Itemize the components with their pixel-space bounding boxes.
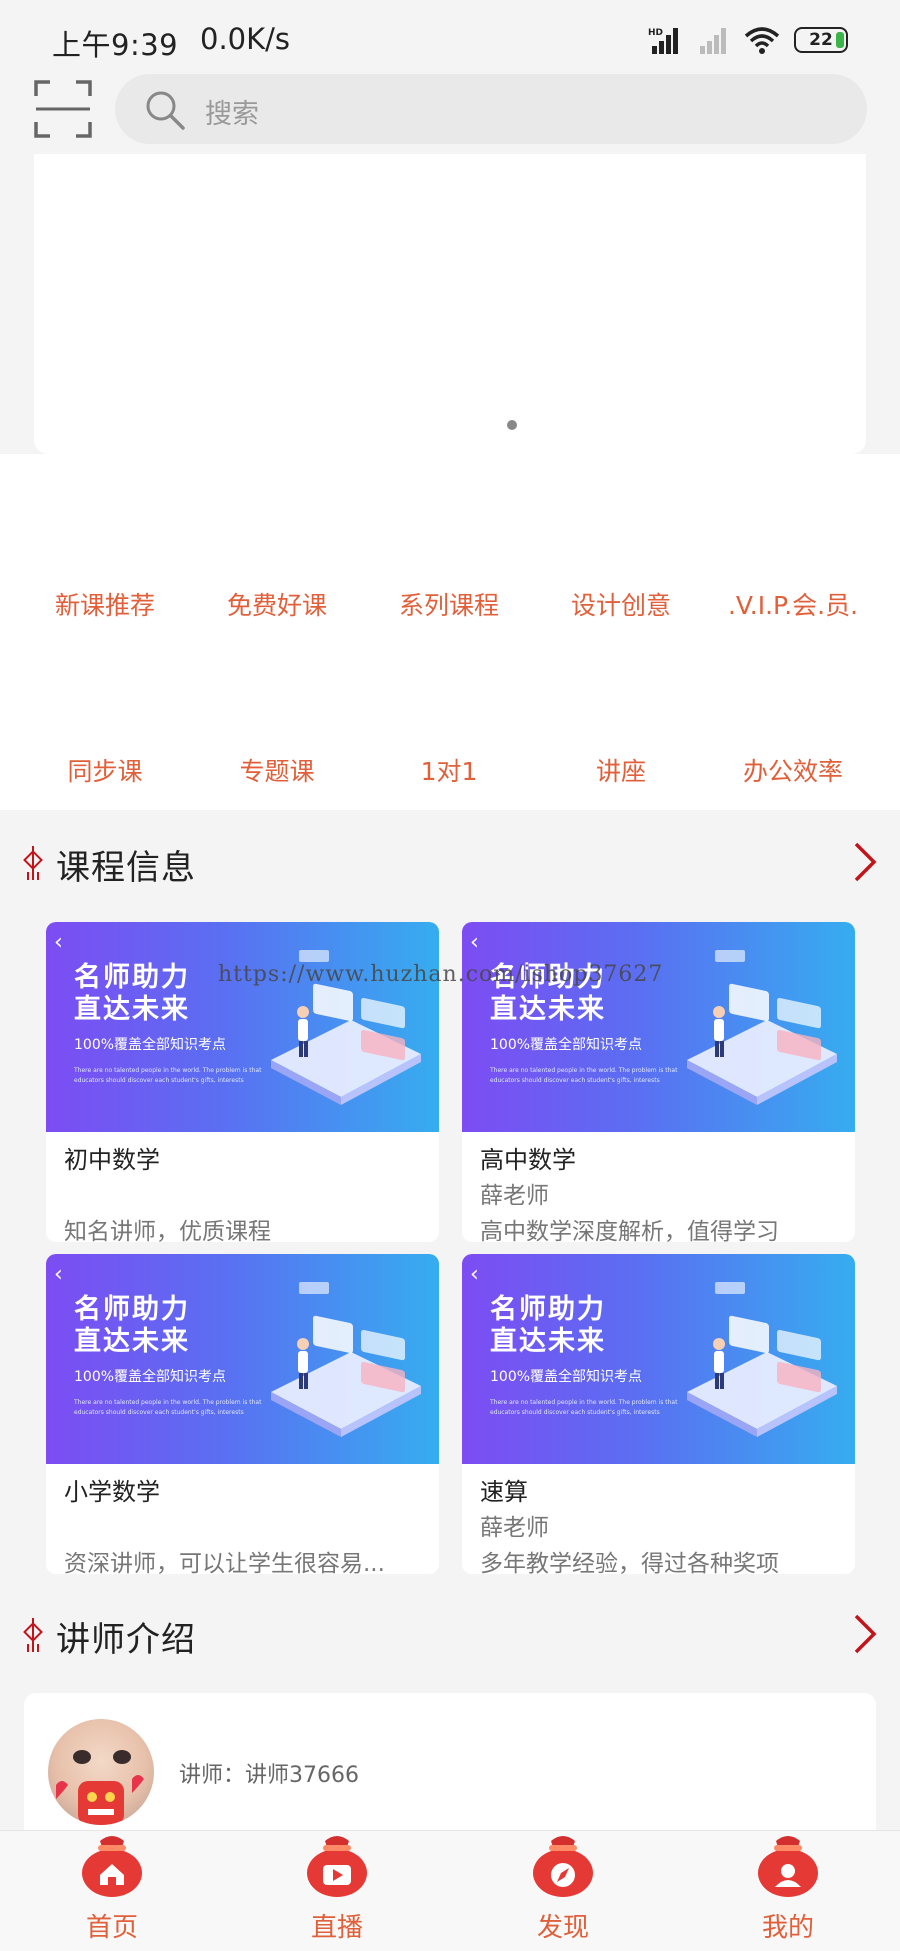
signal-empty-icon: [700, 28, 726, 54]
course-desc: 知名讲师，优质课程: [64, 1219, 271, 1242]
section-title: 讲师介绍: [56, 1620, 196, 1660]
category-item[interactable]: 讲座: [535, 752, 707, 788]
network-speed: 0.0K/s: [200, 22, 291, 56]
carousel-indicator: [507, 420, 517, 430]
status-time: 上午9:39: [52, 28, 179, 62]
battery-indicator: 22: [794, 27, 848, 53]
isometric-phone-illustration: [687, 950, 837, 1105]
section-title: 课程信息: [56, 848, 196, 888]
scan-icon[interactable]: [34, 80, 92, 138]
chevron-left-icon: ‹: [54, 1262, 63, 1287]
tab-live[interactable]: 直播: [262, 1831, 412, 1951]
cover-headline: 名师助力 直达未来: [74, 962, 190, 1025]
course-teacher: 薛老师: [480, 1515, 549, 1541]
category-item[interactable]: 1对1: [363, 752, 535, 788]
course-teacher: 薛老师: [480, 1183, 549, 1209]
course-title: 速算: [480, 1478, 528, 1506]
banner-carousel[interactable]: [34, 154, 866, 454]
chevron-right-icon[interactable]: [852, 1612, 878, 1656]
course-card[interactable]: ‹ 名师助力 直达未来 100%覆盖全部知识考点 There are no tal…: [462, 1254, 855, 1574]
search-row: 搜索: [0, 74, 900, 154]
teacher-name: 讲师：讲师37666: [179, 1763, 359, 1788]
course-title: 初中数学: [64, 1146, 160, 1174]
course-desc: 资深讲师，可以让学生很容易...: [64, 1551, 385, 1574]
category-grid: 新课推荐 免费好课 系列课程 设计创意 .V.I.P.会.员. 同步课 专题课 …: [0, 454, 900, 810]
cover-headline: 名师助力 直达未来: [74, 1294, 190, 1357]
course-card[interactable]: ‹ 名师助力 直达未来 100%覆盖全部知识考点 There are no tal…: [46, 1254, 439, 1574]
cover-headline: 名师助力 直达未来: [490, 1294, 606, 1357]
category-item[interactable]: 新课推荐: [19, 586, 191, 622]
live-icon: [307, 1836, 367, 1897]
bottom-tab-bar: 首页 直播 发现 我的: [0, 1830, 900, 1951]
avatar-illustration: [56, 1750, 144, 1825]
tab-label: 发现: [536, 1913, 589, 1943]
tab-home[interactable]: 首页: [37, 1831, 187, 1951]
category-item[interactable]: 专题课: [191, 752, 363, 788]
course-section-header: 课程信息: [0, 812, 900, 912]
chevron-left-icon: ‹: [54, 930, 63, 955]
user-icon: [758, 1836, 818, 1897]
course-desc: 高中数学深度解析，值得学习: [480, 1219, 779, 1242]
category-item[interactable]: 办公效率: [707, 752, 879, 788]
isometric-phone-illustration: [687, 1282, 837, 1437]
chinese-knot-icon: [23, 846, 43, 880]
category-item[interactable]: .V.I.P.会.员.: [707, 586, 879, 622]
search-placeholder: 搜索: [205, 99, 259, 130]
category-item[interactable]: 设计创意: [535, 586, 707, 622]
tab-label: 我的: [761, 1913, 814, 1943]
cover-subline: 100%覆盖全部知识考点: [490, 1037, 643, 1053]
search-icon: [146, 91, 185, 130]
course-title: 高中数学: [480, 1146, 576, 1174]
cover-subline: 100%覆盖全部知识考点: [490, 1369, 643, 1385]
course-title: 小学数学: [64, 1478, 160, 1506]
cover-subline: 100%覆盖全部知识考点: [74, 1037, 227, 1053]
banner-area: [0, 154, 900, 454]
status-icons: HD 22: [648, 26, 848, 54]
teacher-section-header: 讲师介绍: [0, 1584, 900, 1684]
tab-discover[interactable]: 发现: [488, 1831, 638, 1951]
signal-hd-icon: HD: [648, 28, 678, 54]
category-item[interactable]: 同步课: [19, 752, 191, 788]
home-icon: [82, 1836, 142, 1897]
wifi-icon: [744, 27, 780, 54]
tab-label: 首页: [85, 1913, 138, 1943]
watermark-url: https://www.huzhan.com/ishop37627: [218, 962, 664, 987]
isometric-phone-illustration: [271, 1282, 421, 1437]
category-item[interactable]: 免费好课: [191, 586, 363, 622]
course-desc: 多年教学经验，得过各种奖项: [480, 1551, 779, 1574]
tab-mine[interactable]: 我的: [713, 1831, 863, 1951]
course-cover: ‹ 名师助力 直达未来 100%覆盖全部知识考点 There are no tal…: [46, 1254, 439, 1464]
cover-subline: 100%覆盖全部知识考点: [74, 1369, 227, 1385]
status-bar: 上午9:39 0.0K/s HD 22: [0, 0, 900, 74]
category-item[interactable]: 系列课程: [363, 586, 535, 622]
course-cover: ‹ 名师助力 直达未来 100%覆盖全部知识考点 There are no tal…: [462, 1254, 855, 1464]
course-cover: ‹ 名师助力 直达未来 100%覆盖全部知识考点 There are no tal…: [46, 922, 439, 1132]
chevron-left-icon: ‹: [470, 1262, 479, 1287]
course-cover: ‹ 名师助力 直达未来 100%覆盖全部知识考点 There are no tal…: [462, 922, 855, 1132]
search-input[interactable]: 搜索: [115, 74, 867, 144]
chevron-left-icon: ‹: [470, 930, 479, 955]
teacher-avatar: [48, 1719, 154, 1825]
tab-label: 直播: [310, 1913, 363, 1943]
svg-text:HD: HD: [648, 28, 663, 38]
chevron-right-icon[interactable]: [852, 840, 878, 884]
chinese-knot-icon: [23, 1618, 43, 1652]
compass-icon: [533, 1836, 593, 1897]
